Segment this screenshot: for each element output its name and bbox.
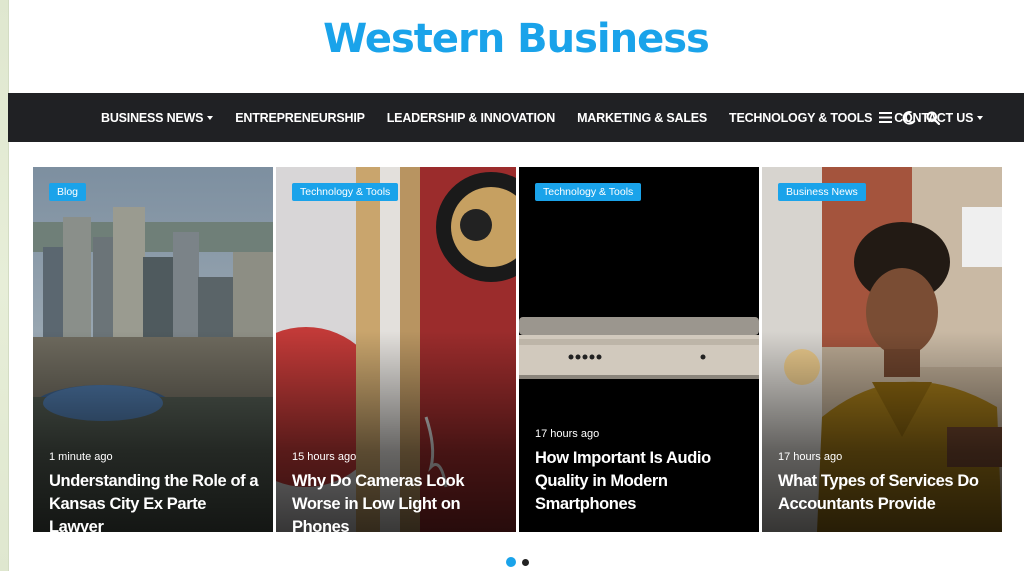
- featured-posts-slider: Blog 1 minute ago Understanding the Role…: [33, 167, 1002, 532]
- nav-icon-group: [878, 93, 940, 142]
- category-badge[interactable]: Business News: [778, 183, 866, 201]
- caret-down-icon: [977, 116, 984, 120]
- category-badge[interactable]: Blog: [49, 183, 87, 201]
- slider-pagination: [506, 557, 529, 567]
- post-title[interactable]: Why Do Cameras Look Worse in Low Light o…: [292, 470, 502, 532]
- post-time: 15 hours ago: [292, 451, 357, 463]
- post-time: 17 hours ago: [778, 451, 843, 463]
- nav-menu: BUSINESS NEWS ENTREPRENEURSHIP LEADERSHI…: [101, 93, 984, 142]
- post-title[interactable]: Understanding the Role of a Kansas City …: [49, 470, 259, 532]
- menu-icon[interactable]: [878, 111, 892, 125]
- nav-item-marketing-sales[interactable]: MARKETING & SALES: [577, 111, 707, 125]
- nav-item-leadership-innovation[interactable]: LEADERSHIP & INNOVATION: [386, 110, 556, 125]
- post-title[interactable]: What Types of Services Do Accountants Pr…: [778, 470, 988, 516]
- slide-card[interactable]: Business News 17 hours ago What Types of…: [762, 167, 1002, 532]
- nav-item-label: LEADERSHIP & INNOVATION: [386, 110, 556, 125]
- site-logo-title[interactable]: Western Business: [8, 14, 1024, 64]
- category-badge[interactable]: Technology & Tools: [292, 183, 399, 201]
- search-icon[interactable]: [926, 111, 940, 125]
- nav-item-label: TECHNOLOGY & TOOLS: [729, 110, 873, 125]
- caret-down-icon: [207, 116, 214, 120]
- post-title[interactable]: How Important Is Audio Quality in Modern…: [535, 447, 745, 516]
- nav-item-label: ENTREPRENEURSHIP: [235, 110, 365, 125]
- slide-card[interactable]: Blog 1 minute ago Understanding the Role…: [33, 167, 273, 532]
- pagination-dot[interactable]: [522, 558, 529, 566]
- nav-item-business-news[interactable]: BUSINESS NEWS: [101, 110, 214, 125]
- nav-item-label: BUSINESS NEWS: [101, 110, 204, 125]
- post-time: 17 hours ago: [535, 428, 600, 440]
- nav-item-technology-tools[interactable]: TECHNOLOGY & TOOLS: [729, 111, 872, 125]
- slide-card[interactable]: Technology & Tools 15 hours ago Why Do C…: [276, 167, 516, 532]
- slide-card[interactable]: Technology & Tools 17 hours ago How Impo…: [519, 167, 759, 532]
- moon-icon[interactable]: [902, 110, 916, 125]
- pagination-dot-active[interactable]: [506, 557, 516, 567]
- left-edge-strip: [0, 0, 9, 571]
- main-navbar: BUSINESS NEWS ENTREPRENEURSHIP LEADERSHI…: [8, 93, 1024, 142]
- nav-item-entrepreneurship[interactable]: ENTREPRENEURSHIP: [235, 110, 365, 125]
- category-badge[interactable]: Technology & Tools: [535, 183, 642, 201]
- post-time: 1 minute ago: [49, 451, 113, 463]
- nav-item-label: MARKETING & SALES: [577, 110, 708, 125]
